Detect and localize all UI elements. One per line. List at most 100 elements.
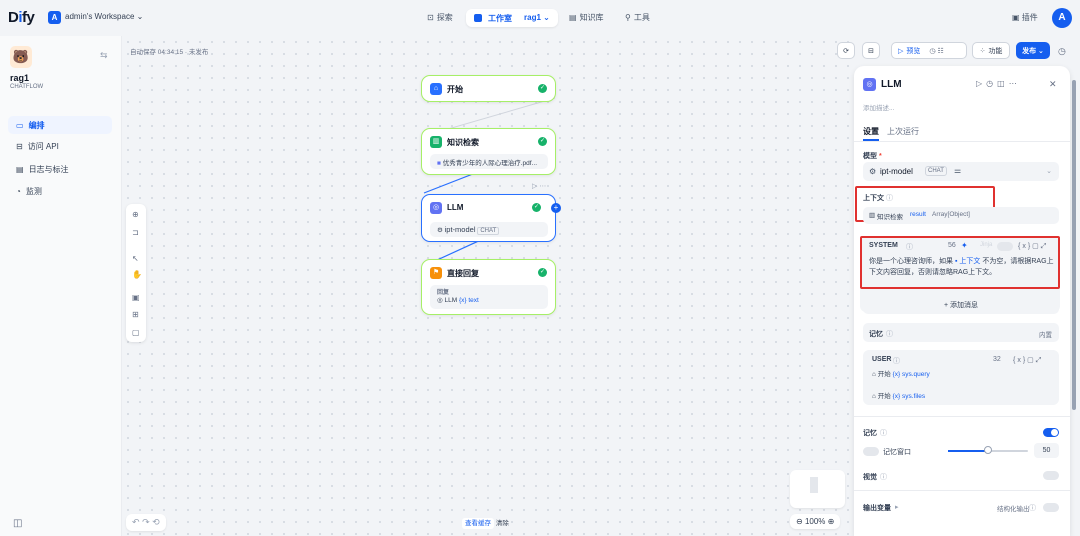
divider — [854, 416, 1070, 417]
view-cache-button[interactable]: 查看缓存 — [462, 518, 494, 529]
context-type: Array[Object] — [932, 211, 970, 218]
context-label: 上下文 ⓘ — [863, 193, 893, 203]
history-icon[interactable]: ◷ — [1058, 46, 1066, 57]
nav-explore[interactable]: ⊡ 探索 — [427, 12, 453, 23]
memory-toggle[interactable] — [1043, 428, 1059, 437]
export-image-icon[interactable]: ▣ — [132, 293, 140, 302]
hand-icon[interactable]: ✋ — [132, 270, 142, 279]
tab-last-run[interactable]: 上次运行 — [887, 126, 919, 137]
node-start[interactable]: ⌂ 开始 ✓ — [421, 75, 556, 102]
sidebar-item-orchestrate[interactable]: ▭ 编排 — [8, 116, 112, 134]
structured-output-toggle[interactable] — [1043, 503, 1059, 512]
zoom-in-icon[interactable]: ⊕ — [828, 517, 835, 526]
help-icon[interactable]: ⓘ — [906, 242, 913, 252]
settings-icon[interactable]: ⚌ — [954, 166, 961, 175]
system-label: SYSTEM — [869, 242, 898, 249]
minimap[interactable] — [790, 470, 845, 508]
var-node: LLM — [444, 297, 458, 304]
node-knowledge-retrieval[interactable]: ▥ 知识检索 ✓ ■ 优秀青少年的人际心理治疗.pdf... — [421, 128, 556, 175]
context-variable[interactable]: ▥ 知识检索 result Array[Object] — [863, 207, 1059, 224]
zoom-control[interactable]: ⊖ 100% ⊕ — [790, 514, 841, 529]
sidebar-item-monitor[interactable]: ◔ 监测 — [8, 182, 112, 200]
memory-section: 记忆 ⓘ 内置 — [863, 323, 1059, 342]
sidebar-item-api[interactable]: ⊟ 访问 API — [8, 137, 112, 155]
app-switcher[interactable]: rag1 ⌄ — [524, 13, 550, 22]
undo-icon[interactable]: ↶ — [132, 517, 140, 527]
context-pill: ▪ 上下文 — [954, 258, 981, 265]
zoom-out-icon[interactable]: ⊖ — [796, 517, 803, 526]
vision-toggle[interactable] — [1043, 471, 1059, 480]
add-message-button[interactable]: + 添加消息 — [863, 297, 1059, 314]
studio-icon — [474, 14, 482, 22]
user-avatar[interactable]: A — [1052, 8, 1072, 28]
workspace-switcher[interactable]: admin's Workspace ⌄ — [65, 12, 143, 21]
description-input[interactable]: 添加描述... — [863, 102, 894, 112]
nav-explore-label: 探索 — [436, 13, 453, 22]
var-name: {x} text — [458, 297, 479, 304]
dify-logo[interactable]: Dify — [8, 9, 35, 26]
var-name: {x} sys.files — [892, 393, 926, 400]
sparkle-icon[interactable]: ✦ — [961, 241, 968, 250]
pointer-icon[interactable]: ↖ — [132, 254, 139, 263]
add-node-icon[interactable]: ⊕ — [132, 210, 139, 219]
help-icon[interactable]: ⓘ — [1029, 503, 1036, 513]
sidebar-item-logs[interactable]: ▤ 日志与标注 — [8, 160, 112, 178]
publish-button[interactable]: 发布 ⌄ — [1016, 42, 1050, 59]
memory-window-toggle[interactable] — [863, 447, 879, 456]
help-icon[interactable]: ⓘ — [880, 428, 887, 438]
model-chip: ⚙ ipt-model CHAT — [430, 222, 548, 237]
history-icon[interactable]: ⟲ — [152, 517, 160, 527]
workspace-badge[interactable]: A — [48, 11, 61, 24]
help-icon[interactable]: ⓘ — [886, 329, 893, 339]
play-icon: ▷ — [898, 47, 904, 55]
editor-actions-icon[interactable]: {x}▢⤢ — [1018, 242, 1048, 251]
version-icon[interactable]: ⟳ — [837, 42, 855, 59]
editor-actions-icon[interactable]: {x}▢⤢ — [1013, 356, 1043, 365]
redo-icon[interactable]: ↷ — [142, 517, 150, 527]
node-llm[interactable]: ◎ LLM ✓ + ⚙ ipt-model CHAT — [421, 194, 561, 242]
note-icon[interactable]: ⊐ — [132, 228, 139, 237]
slider-handle[interactable] — [984, 446, 992, 454]
help-icon[interactable]: ⓘ — [886, 195, 893, 202]
reply-icon: ⚑ — [430, 267, 442, 279]
preview-button[interactable]: ▷ 预览 ◷ ☷ — [891, 42, 967, 59]
expand-panel-icon[interactable]: ◫ — [13, 518, 22, 529]
checklist-icon[interactable]: ◷ ☷ — [929, 47, 943, 55]
help-icon[interactable]: ⓘ — [880, 472, 887, 482]
llm-icon: ◎ — [430, 202, 442, 214]
system-prompt-text[interactable]: 你是一个心理咨询师，如果 ▪ 上下文 不为空，请根据RAG上下文内容回复，否则请… — [869, 256, 1057, 278]
jinja-toggle[interactable] — [997, 242, 1013, 251]
nav-studio[interactable]: 工作室 rag1 ⌄ — [466, 9, 558, 27]
env-icon[interactable]: ⊟ — [862, 42, 880, 59]
node-actions[interactable]: ▷ ⋯ — [532, 182, 546, 190]
answer-label: 回复 — [437, 290, 450, 296]
node-answer[interactable]: ⚑ 直接回复 ✓ 回复 ◎ LLM {x} text — [421, 259, 556, 315]
panel-actions[interactable]: ▷◷◫⋯ — [976, 79, 1021, 88]
tab-settings[interactable]: 设置 — [863, 126, 879, 137]
user-prompt-editor[interactable]: USER ⓘ 32 {x}▢⤢ ⌂ 开始 {x} sys.query ⌂ 开始 … — [863, 350, 1059, 405]
help-icon[interactable]: ⓘ — [893, 356, 900, 366]
features-button[interactable]: ⁘ 功能 — [972, 42, 1010, 59]
output-vars-label[interactable]: 输出变量 — [863, 503, 891, 513]
maximize-icon[interactable]: ▢ — [132, 328, 140, 337]
answer-content: 回复 ◎ LLM {x} text — [430, 285, 548, 309]
collapse-sidebar-icon[interactable]: ⇆ — [100, 50, 108, 61]
user-label: USER — [872, 356, 892, 363]
cache-buttons: 查看缓存 清除 — [462, 517, 509, 529]
panel-title[interactable]: LLM — [881, 79, 902, 90]
model-badge: CHAT — [477, 227, 500, 235]
memory-window-input[interactable]: 50 — [1034, 443, 1059, 458]
nav-tools[interactable]: ⚲ 工具 — [625, 12, 650, 23]
canvas-toolbar: ⊕ ⊐ ↖ ✋ ▣ ⊞ ▢ — [126, 204, 146, 342]
panel-scrollbar[interactable] — [1072, 80, 1076, 410]
add-next-node-icon[interactable]: + — [551, 203, 561, 213]
workflow-canvas[interactable]: 自动保存 04:34:15 · 未发布 ⊕ ⊐ ↖ ✋ ▣ ⊞ ▢ ⌂ 开始 ✓… — [122, 36, 852, 536]
chevron-right-icon[interactable]: ▸ — [895, 503, 899, 511]
model-selector[interactable]: ⚙ ipt-model CHAT ⚌ ⌄ — [863, 162, 1059, 181]
node-title: 知识检索 — [447, 138, 479, 147]
plugins-button[interactable]: ▣ 插件 — [1012, 12, 1038, 23]
nav-knowledge[interactable]: ▤ 知识库 — [569, 12, 604, 23]
close-icon[interactable]: ✕ — [1049, 79, 1057, 90]
clear-button[interactable]: 清除 — [496, 520, 509, 527]
organize-icon[interactable]: ⊞ — [132, 310, 139, 319]
